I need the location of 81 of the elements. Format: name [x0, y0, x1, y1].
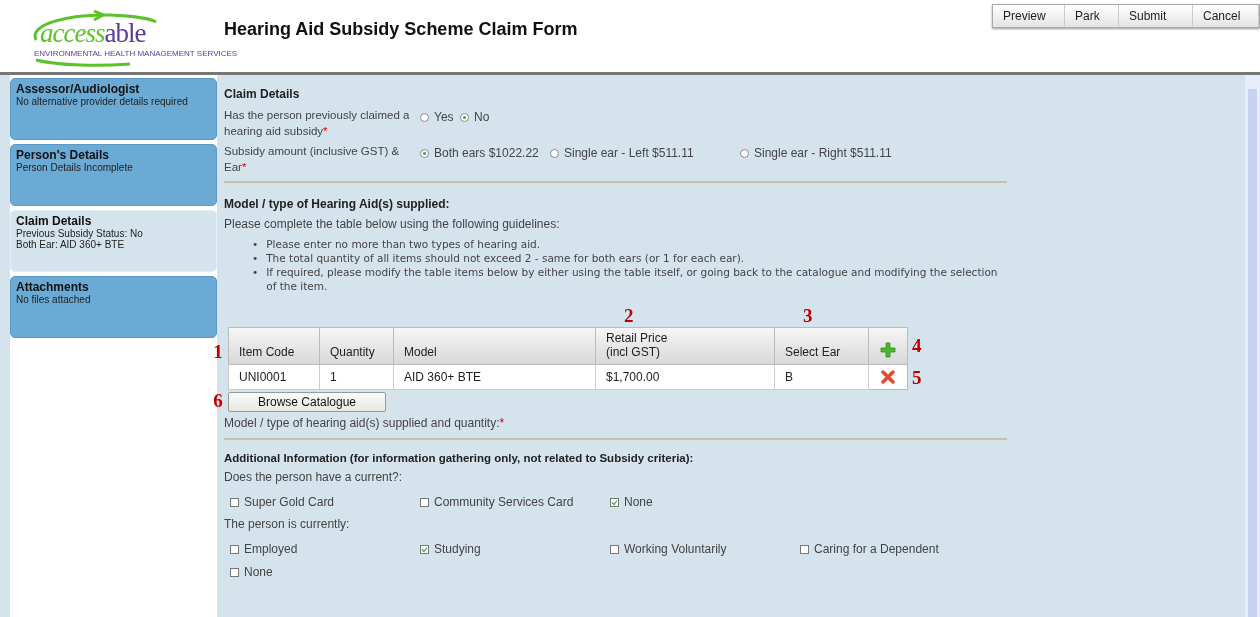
column-header: Retail Price (incl GST)	[596, 327, 775, 365]
callout-number: 6	[212, 390, 224, 412]
callout-number: 2	[623, 305, 635, 327]
field-label: Model / type of hearing aid(s) supplied and quantity:*	[224, 416, 506, 430]
guideline-item: The total quantity of all items should not exceed 2 - same for both ears (or 1 for each ear).	[266, 251, 745, 265]
sidebar-item[interactable]: Person's Details Person Details Incomplete	[10, 144, 217, 206]
checkbox-option[interactable]: Employed	[230, 542, 420, 556]
checkbox-option[interactable]: Studying	[420, 542, 610, 556]
radio-option[interactable]: Both ears $1022.22	[420, 146, 550, 160]
sidebar-item-status: Person Details Incomplete	[16, 162, 134, 173]
table-cell: UNI0001	[228, 365, 320, 390]
sidebar-item-status: Previous Subsidy Status: No	[16, 228, 144, 239]
guideline-item: If required, please modify the table items below by either using the table itself, or going back to the catalogue and modifying the selection of the item.	[266, 265, 999, 293]
sidebar-item-status: Both Ear: AID 360+ BTE	[16, 239, 126, 250]
checkbox-option[interactable]: None	[610, 495, 800, 509]
radio-button[interactable]	[420, 112, 429, 122]
radio-button[interactable]	[740, 148, 749, 158]
toolbar-button[interactable]: Preview	[993, 5, 1065, 27]
checkbox-option[interactable]: Working Voluntarily	[610, 542, 800, 556]
checkbox-option[interactable]: Caring for a Dependent	[800, 542, 990, 556]
callout-number: 4	[911, 335, 923, 357]
add-icon[interactable]	[880, 342, 896, 358]
sidebar-item-title: Person's Details	[16, 148, 110, 162]
scrollbar[interactable]	[1245, 75, 1260, 617]
column-header: Select Ear	[775, 327, 869, 365]
section-heading: Claim Details	[224, 87, 301, 101]
sidebar-item-title: Attachments	[16, 280, 90, 294]
table-cell: 1	[320, 365, 394, 390]
callout-number: 3	[802, 305, 814, 327]
checkbox-option[interactable]: Super Gold Card	[230, 495, 420, 509]
question-label: The person is currently:	[224, 517, 351, 531]
section-heading: Additional Information (for information gathering only, not related to Subsidy criteria):	[224, 452, 695, 464]
callout-number: 1	[212, 341, 224, 364]
form-title: Hearing Aid Subsidy Scheme Claim Form	[224, 19, 578, 40]
toolbar-button[interactable]: Submit	[1119, 5, 1193, 27]
radio-option[interactable]: Single ear - Left $511.11	[550, 146, 740, 160]
bullet: •	[252, 237, 259, 251]
checkbox[interactable]	[230, 497, 239, 507]
question-label: Does the person have a current?:	[224, 470, 404, 484]
section-heading: Model / type of Hearing Aid(s) supplied:	[224, 197, 451, 211]
radio-button[interactable]	[460, 112, 469, 122]
question-label: Has the person previously claimed a hearing aid subsidy*	[224, 108, 411, 139]
toolbar-button[interactable]: Park	[1065, 5, 1119, 27]
sidebar-item-title: Assessor/Audiologist	[16, 82, 141, 96]
checkbox-option[interactable]: None	[230, 565, 420, 579]
sidebar-item[interactable]: Attachments No files attached	[10, 276, 217, 338]
radio-option[interactable]: Single ear - Right $511.11	[740, 146, 920, 160]
radio-option[interactable]: Yes	[420, 110, 460, 124]
sidebar-item-status: No files attached	[16, 294, 92, 305]
column-header: Quantity	[320, 327, 394, 365]
table-cell: B	[775, 365, 869, 390]
sidebar-item-status: No alternative provider details required	[16, 96, 189, 107]
radio-option[interactable]: No	[460, 110, 520, 124]
column-header: Model	[394, 327, 596, 365]
browse-catalogue-button[interactable]: Browse Catalogue	[228, 392, 386, 412]
guideline-item: Please enter no more than two types of hearing aid.	[266, 237, 541, 251]
table-cell: $1,700.00	[596, 365, 775, 390]
callout-number: 5	[911, 366, 923, 389]
delete-icon[interactable]	[881, 370, 895, 384]
sidebar-item[interactable]: Assessor/Audiologist No alternative provider details required	[10, 78, 217, 140]
radio-button[interactable]	[550, 148, 559, 158]
checkbox[interactable]	[230, 544, 239, 554]
checkbox[interactable]	[420, 544, 429, 554]
checkbox[interactable]	[230, 567, 239, 577]
checkbox[interactable]	[610, 544, 619, 554]
radio-button[interactable]	[420, 148, 429, 158]
question-label: Subsidy amount (inclusive GST) & Ear*	[224, 144, 401, 175]
table-cell: AID 360+ BTE	[394, 365, 596, 390]
sidebar-item-title: Claim Details	[16, 214, 93, 228]
checkbox-option[interactable]: Community Services Card	[420, 495, 610, 509]
checkbox[interactable]	[610, 497, 619, 507]
sidebar-item[interactable]: Claim Details Previous Subsidy Status: No Both Ear: AID 360+ BTE	[10, 210, 217, 272]
logo-wordmark: accessable	[40, 19, 146, 47]
checkbox[interactable]	[800, 544, 809, 554]
bullet: •	[252, 265, 259, 280]
column-header: Item Code	[228, 327, 320, 365]
bullet: •	[252, 251, 259, 265]
checkbox[interactable]	[420, 497, 429, 507]
logo-tagline: ENVIRONMENTAL HEALTH MANAGEMENT SERVICES	[34, 49, 238, 58]
toolbar-button[interactable]: Cancel	[1193, 5, 1259, 27]
instruction-text: Please complete the table below using the following guidelines:	[224, 217, 561, 231]
